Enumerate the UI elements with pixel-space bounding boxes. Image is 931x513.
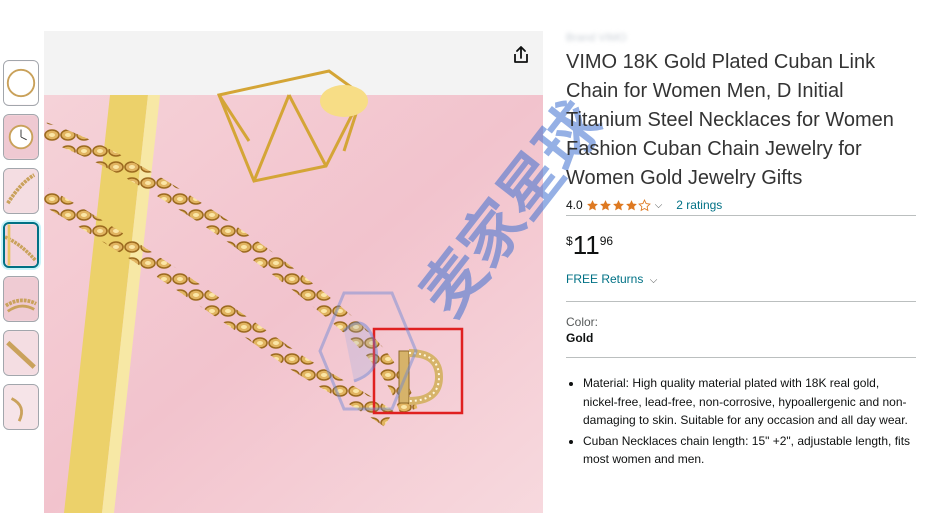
thumbnail-2[interactable] <box>3 114 39 160</box>
thumbnail-5[interactable] <box>3 276 39 322</box>
product-photo <box>44 31 543 513</box>
feature-bullet: Material: High quality material plated w… <box>583 374 916 430</box>
rating-row: 4.0 ⌵ 2 ratings <box>566 196 916 214</box>
product-title: VIMO 18K Gold Plated Cuban Link Chain fo… <box>566 51 894 189</box>
ratings-count-link[interactable]: 2 ratings <box>676 198 722 212</box>
star-rating[interactable] <box>586 198 651 212</box>
price-whole: 11 <box>572 230 600 260</box>
price-symbol: $ <box>566 234 573 248</box>
chevron-down-icon: ⌵ <box>649 275 658 286</box>
thumbnail-6[interactable] <box>3 330 39 376</box>
star-full-icon <box>612 199 624 210</box>
star-full-icon <box>586 199 598 210</box>
share-button[interactable] <box>508 42 534 68</box>
product-info: Brand VIMO VIMO 18K Gold Plated Cuban Li… <box>566 32 916 471</box>
free-returns-label: FREE Returns <box>566 272 644 286</box>
price: $ 11 96 <box>566 232 916 262</box>
color-label: Color: <box>566 315 599 329</box>
free-returns-link[interactable]: FREE Returns ⌵ <box>566 272 916 288</box>
feature-bullets: Material: High quality material plated w… <box>566 374 916 469</box>
main-product-image[interactable] <box>44 31 543 513</box>
divider <box>566 215 916 216</box>
thumbnail-1[interactable] <box>3 60 39 106</box>
thumbnail-4[interactable] <box>3 222 39 268</box>
star-empty-icon <box>637 198 651 211</box>
star-full-icon <box>625 199 637 210</box>
divider <box>566 357 916 358</box>
share-icon <box>514 46 528 63</box>
thumbnail-3[interactable] <box>3 168 39 214</box>
thumbnail-7[interactable] <box>3 384 39 430</box>
feature-bullet: Cuban Necklaces chain length: 15" +2", a… <box>583 432 916 469</box>
chevron-down-icon[interactable]: ⌵ <box>655 200 663 211</box>
brand-link[interactable]: Brand VIMO <box>566 32 916 47</box>
rating-value: 4.0 <box>566 198 583 212</box>
divider <box>566 301 916 302</box>
thumbnail-strip <box>3 60 41 438</box>
star-full-icon <box>599 199 611 210</box>
color-value: Gold <box>566 331 594 345</box>
price-fraction: 96 <box>599 234 614 248</box>
